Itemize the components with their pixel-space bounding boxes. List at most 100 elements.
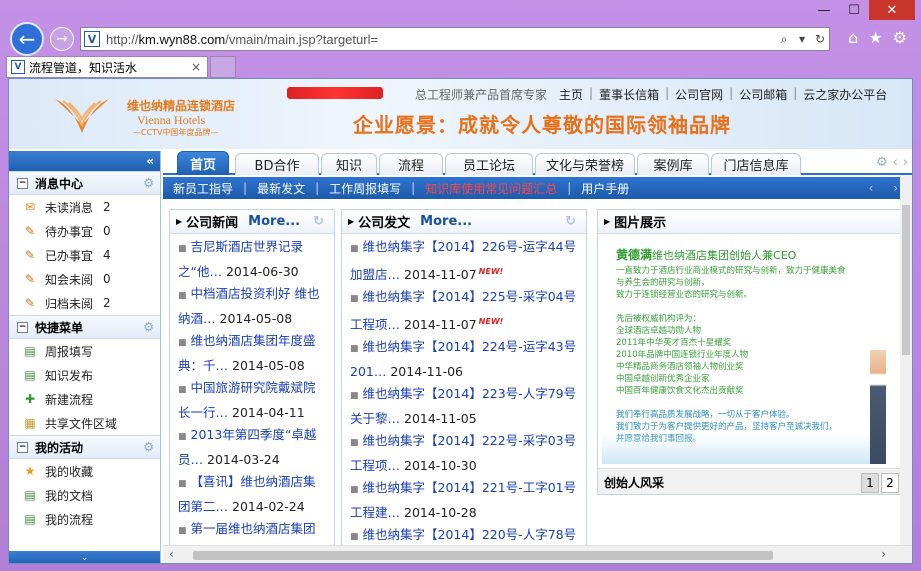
gear-icon[interactable]: ⚙ xyxy=(143,176,154,190)
chevron-left-icon[interactable]: ‹ xyxy=(893,155,898,170)
site-favicon-icon: V xyxy=(84,31,100,47)
link-official-site[interactable]: 公司官网 xyxy=(669,86,729,103)
doc-title[interactable]: 维也纳集字【2014】224号-运字43号201… xyxy=(350,339,576,379)
gear-icon[interactable]: ⚙ xyxy=(143,440,154,454)
horizontal-scrollbar[interactable]: ‹ › xyxy=(163,545,912,563)
more-link[interactable]: More... xyxy=(248,214,300,229)
tab-cases[interactable]: 案例库 xyxy=(637,153,709,175)
person-title: 维也纳酒店集团创始人兼CEO xyxy=(652,249,797,262)
tab-knowledge[interactable]: 知识 xyxy=(321,153,377,175)
founder-image[interactable]: 黄德满维也纳酒店集团创始人兼CEO 一直致力于酒店行业商业模式的研究与创新，致力… xyxy=(602,238,886,464)
favorites-star-icon[interactable]: ★ xyxy=(868,28,882,47)
section-quick-menu[interactable]: − 快捷菜单 ⚙ xyxy=(9,315,160,339)
list-item[interactable]: ■ 维也纳酒店集团年度盛典：千… 2014-05-08 xyxy=(178,330,326,377)
minimize-button[interactable]: — xyxy=(809,0,839,20)
link-chairman-mailbox[interactable]: 董事长信箱 xyxy=(593,86,665,103)
tab-culture[interactable]: 文化与荣誉榜 xyxy=(535,153,635,175)
sidebar-item-todo[interactable]: ✎ 待办事宜 0 xyxy=(9,219,160,243)
subnav-user-manual[interactable]: 用户手册 xyxy=(571,180,639,197)
subnav-faq[interactable]: 知识库使用常见问题汇总 xyxy=(415,180,567,197)
chevron-right-icon[interactable]: › xyxy=(903,155,908,170)
page-1-button[interactable]: 1 xyxy=(861,472,879,493)
collapse-box-icon[interactable]: − xyxy=(17,441,28,453)
list-item[interactable]: ■ 维也纳集字【2014】224号-运字43号201… 2014-11-06 xyxy=(350,336,578,383)
list-item[interactable]: ■ 【喜讯】维也纳酒店集团第二… 2014-02-24 xyxy=(178,471,326,518)
home-icon[interactable]: ⌂ xyxy=(848,28,858,47)
sidebar-item-publish-knowledge[interactable]: ▤ 知识发布 xyxy=(9,363,160,387)
url-input[interactable]: V http://km.wyn88.com/vmain/main.jsp?tar… xyxy=(80,27,830,51)
envelope-icon: ✉ xyxy=(24,200,36,214)
dropdown-icon[interactable]: ▾ xyxy=(793,32,811,46)
list-item[interactable]: ■ 维也纳集字【2014】223号-人字79号关于黎… 2014-11-05 xyxy=(350,383,578,430)
subnav-weekly-report[interactable]: 工作周报填写 xyxy=(319,180,411,197)
settings-gear-icon[interactable]: ⚙ xyxy=(893,28,907,47)
gear-icon[interactable]: ⚙ xyxy=(876,155,888,170)
link-home[interactable]: 主页 xyxy=(553,86,589,103)
triangle-icon: ▶ xyxy=(604,217,611,226)
sidebar-item-shared-files[interactable]: ▦ 共享文件区域 xyxy=(9,411,160,435)
list-item[interactable]: ■ 2013年第四季度“卓越员… 2014-03-24 xyxy=(178,424,326,471)
tab-stores[interactable]: 门店信息库 xyxy=(711,153,801,175)
more-link[interactable]: More... xyxy=(420,214,472,229)
list-item[interactable]: ■ 中国旅游研究院戴斌院长一行… 2014-04-11 xyxy=(178,377,326,424)
vertical-scrollbar[interactable] xyxy=(900,175,912,545)
item-label: 知会未阅 xyxy=(45,272,94,287)
link-company-mail[interactable]: 公司邮箱 xyxy=(733,86,793,103)
sidebar-item-my-workflows[interactable]: ▤ 我的流程 xyxy=(9,507,160,531)
panel-header: ▶ 公司发文 More... ↻ xyxy=(342,210,586,234)
refresh-icon[interactable]: ↻ xyxy=(565,214,576,229)
sidebar-item-weekly-report[interactable]: ▤ 周报填写 xyxy=(9,339,160,363)
section-message-center[interactable]: − 消息中心 ⚙ xyxy=(9,171,160,195)
list-item[interactable]: ■ 维也纳集字【2014】221号-工字01号工程建… 2014-10-28 xyxy=(350,477,578,524)
vienna-logo-icon xyxy=(55,99,109,133)
page-2-button[interactable]: 2 xyxy=(881,472,899,493)
section-my-activity[interactable]: − 我的活动 ⚙ xyxy=(9,435,160,459)
news-date: 2014-05-08 xyxy=(219,310,293,326)
refresh-icon[interactable]: ↻ xyxy=(811,32,829,46)
back-button[interactable]: ← xyxy=(10,22,44,56)
list-item[interactable]: ■ 维也纳集字【2014】226号-运字44号加盟店… 2014-11-07 NEW… xyxy=(350,236,578,286)
new-tab-button[interactable] xyxy=(210,56,236,78)
browser-tab[interactable]: V 流程管道，知识活水 × xyxy=(6,56,208,78)
collapse-box-icon[interactable]: − xyxy=(17,321,28,333)
panel-title: 图片展示 xyxy=(614,216,667,231)
collapse-box-icon[interactable]: − xyxy=(17,177,28,189)
maximize-button[interactable]: ☐ xyxy=(839,0,869,20)
gear-icon[interactable]: ⚙ xyxy=(143,320,154,334)
search-icon[interactable]: ⌕ xyxy=(775,32,793,47)
top-links: 总工程师兼产品首席专家 主页 | 董事长信箱 | 公司官网 | 公司邮箱 | 云之家办公… xyxy=(409,86,893,103)
tab-bd[interactable]: BD合作 xyxy=(235,153,319,175)
subnav-latest-docs[interactable]: 最新发文 xyxy=(247,180,315,197)
bio-line: 中国卓越创新优秀企业家 xyxy=(616,374,710,384)
edit-icon: ✎ xyxy=(24,272,36,286)
scroll-left-icon[interactable]: ‹ xyxy=(169,547,174,561)
subnav-new-employee[interactable]: 新员工指导 xyxy=(163,180,243,197)
tab-forum[interactable]: 员工论坛 xyxy=(445,153,533,175)
list-item[interactable]: ■ 维也纳集字【2014】222号-采字03号工程项… 2014-10-30 xyxy=(350,430,578,477)
sidebar-item-archive-unread[interactable]: ✎ 归档未阅 2 xyxy=(9,291,160,315)
forward-button[interactable]: → xyxy=(50,27,74,51)
refresh-icon[interactable]: ↻ xyxy=(313,214,324,229)
tab-home[interactable]: 首页 xyxy=(177,151,229,175)
sidebar-item-notify-unread[interactable]: ✎ 知会未阅 0 xyxy=(9,267,160,291)
logo-chinese-name: 维也纳精品连锁酒店 xyxy=(127,99,236,113)
scroll-right-icon[interactable]: › xyxy=(881,547,886,561)
sidebar-collapse-button[interactable]: « xyxy=(9,151,160,171)
sidebar-item-new-workflow[interactable]: ✚ 新建流程 xyxy=(9,387,160,411)
list-item[interactable]: ■ 中档酒店投资利好 维也纳酒… 2014-05-08 xyxy=(178,283,326,330)
link-yunzhijia[interactable]: 云之家办公平台 xyxy=(797,86,893,103)
tab-close-icon[interactable]: × xyxy=(191,60,201,74)
list-item[interactable]: ■ 吉尼斯酒店世界记录之“他… 2014-06-30 xyxy=(178,236,326,283)
scroll-thumb[interactable] xyxy=(193,551,773,560)
sidebar-item-my-favorites[interactable]: ★ 我的收藏 xyxy=(9,459,160,483)
url-text[interactable]: http://km.wyn88.com/vmain/main.jsp?targe… xyxy=(106,32,775,47)
list-item[interactable]: ■ 维也纳集字【2014】225号-采字04号工程项… 2014-11-07 NEW… xyxy=(350,286,578,336)
tab-workflow[interactable]: 流程 xyxy=(379,153,443,175)
item-label: 新建流程 xyxy=(45,392,94,407)
close-window-button[interactable]: ✕ xyxy=(869,0,915,20)
sidebar-expand-button[interactable]: ⌄ xyxy=(9,551,160,563)
sidebar-item-my-documents[interactable]: ▤ 我的文档 xyxy=(9,483,160,507)
sidebar-item-done[interactable]: ✎ 已办事宜 4 xyxy=(9,243,160,267)
scroll-thumb[interactable] xyxy=(902,205,910,355)
sidebar-item-unread[interactable]: ✉ 未读消息 2 xyxy=(9,195,160,219)
